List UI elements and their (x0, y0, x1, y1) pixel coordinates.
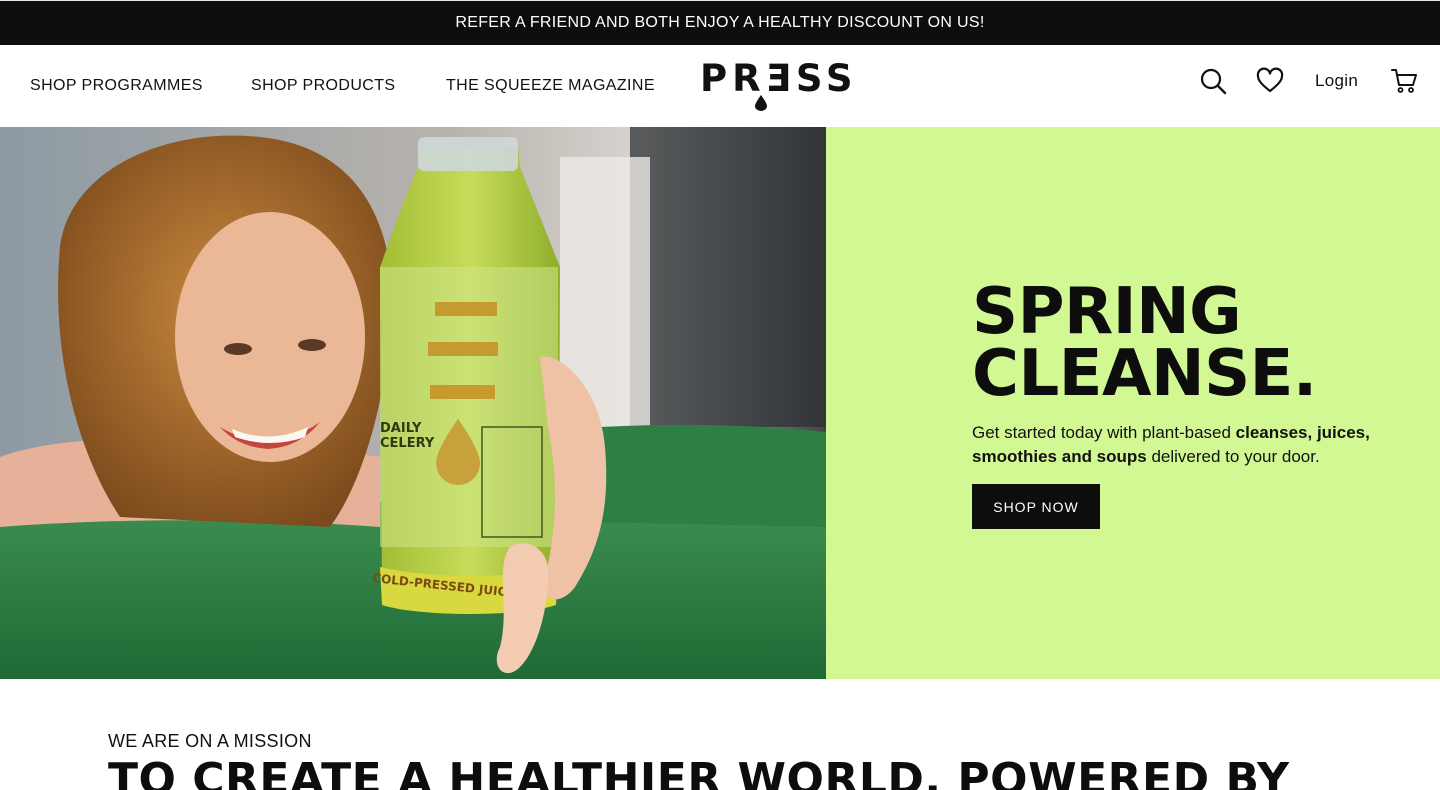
hero-photo: DAILY CELERY COLD-PRESSED JUICE (0, 127, 826, 679)
hero-illustration: DAILY CELERY COLD-PRESSED JUICE (0, 127, 826, 679)
nav-shop-programmes[interactable]: SHOP PROGRAMMES (30, 77, 203, 95)
press-logo[interactable]: PRƎSS (700, 57, 858, 113)
logo-wordmark: PRƎSS (700, 57, 858, 100)
promo-text[interactable]: REFER A FRIEND AND BOTH ENJOY A HEALTHY … (455, 14, 984, 32)
promo-bar[interactable]: REFER A FRIEND AND BOTH ENJOY A HEALTHY … (0, 0, 1440, 45)
cart-icon[interactable] (1390, 67, 1418, 95)
hero-desc-start: Get started today with plant-based (972, 423, 1236, 442)
hero-banner: DAILY CELERY COLD-PRESSED JUICE SPRING C… (0, 127, 1440, 679)
nav-squeeze-magazine[interactable]: THE SQUEEZE MAGAZINE (446, 77, 655, 95)
hero-title-line2: CLEANSE. (972, 337, 1317, 411)
hero-desc-end: delivered to your door. (1146, 447, 1320, 466)
mission-section: WE ARE ON A MISSION TO CREATE A HEALTHIE… (0, 679, 1440, 790)
mission-eyebrow: WE ARE ON A MISSION (108, 731, 312, 751)
heart-icon[interactable] (1256, 67, 1284, 95)
hero-promo-panel: SPRING CLEANSE. Get started today with p… (826, 127, 1440, 679)
hero-title-line1: SPRING (972, 275, 1242, 349)
svg-text:CELERY: CELERY (380, 436, 435, 451)
login-link[interactable]: Login (1315, 71, 1358, 91)
drop-icon (755, 95, 767, 111)
nav-shop-products[interactable]: SHOP PRODUCTS (251, 77, 395, 95)
shop-now-button[interactable]: SHOP NOW (972, 484, 1100, 529)
hero-description: Get started today with plant-based clean… (972, 421, 1412, 469)
hero-title: SPRING CLEANSE. (972, 275, 1412, 411)
svg-text:DAILY: DAILY (380, 421, 422, 436)
search-icon[interactable] (1199, 67, 1227, 95)
mission-heading: TO CREATE A HEALTHIER WORLD, POWERED BY (108, 754, 1290, 790)
site-header: SHOP PROGRAMMES SHOP PRODUCTS THE SQUEEZ… (0, 45, 1440, 127)
